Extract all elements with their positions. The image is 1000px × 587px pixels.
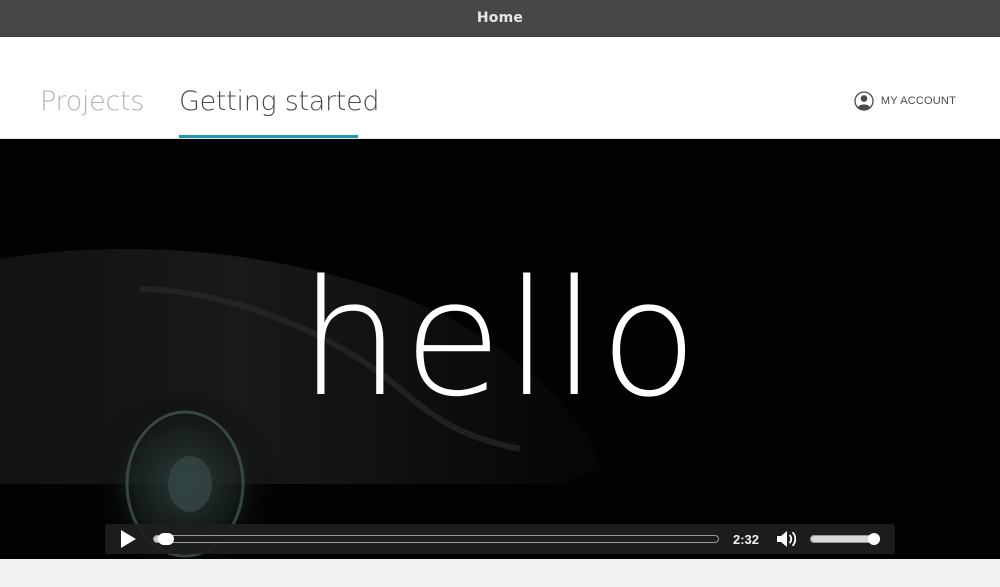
volume-fill [811,536,874,542]
video-controls-bar: 2:32 [105,524,895,554]
video-overlay-text: hello [299,245,701,432]
my-account-label: MY ACCOUNT [880,95,956,107]
progress-handle[interactable] [158,533,175,545]
time-display: 2:32 [733,532,760,547]
window-titlebar: Home [0,0,1000,37]
tab-getting-started[interactable]: Getting started [179,37,380,139]
tab-projects[interactable]: Projects [40,37,144,139]
page-footer [0,559,1000,587]
volume-icon[interactable] [775,528,799,550]
my-account-button[interactable]: MY ACCOUNT [854,91,956,111]
play-icon[interactable] [117,529,139,549]
progress-slider[interactable] [153,535,719,543]
user-circle-icon [854,91,874,111]
app-header: Projects Getting started MY ACCOUNT [0,37,1000,139]
window-title: Home [476,10,524,26]
active-tab-indicator [179,135,358,138]
video-player[interactable]: hello 2:32 [0,139,1000,559]
volume-handle[interactable] [868,533,881,545]
